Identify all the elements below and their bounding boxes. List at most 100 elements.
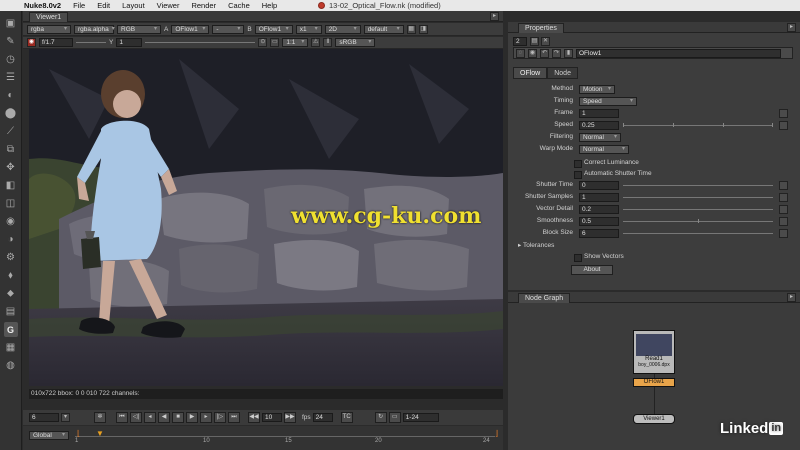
range-field[interactable]: 1-24 xyxy=(402,413,439,422)
loop-icon[interactable]: ↻ xyxy=(374,412,387,423)
tolerances-group[interactable]: ▸ Tolerances xyxy=(518,241,554,249)
oflow-node[interactable]: OFlow1 xyxy=(633,378,675,387)
out-point-marker[interactable]: ⌋ xyxy=(495,429,498,438)
shutter-samples-value[interactable]: 1 xyxy=(579,193,619,202)
input-a-dropdown[interactable]: OFlow1 xyxy=(171,24,210,34)
smoothness-animation-icon[interactable] xyxy=(779,217,788,226)
correct-luminance-checkbox[interactable]: Correct Luminance xyxy=(574,158,774,168)
last-frame-icon[interactable]: ⏭ xyxy=(228,412,240,423)
menu-layout[interactable]: Layout xyxy=(116,1,151,10)
undo-icon[interactable]: ↶ xyxy=(540,49,549,58)
frame-value[interactable]: 1 xyxy=(579,109,619,118)
global-range-dropdown[interactable]: Global xyxy=(29,431,69,440)
menu-app-name[interactable]: Nuke8.0v2 xyxy=(18,1,67,10)
pause-icon[interactable]: Ⅱ xyxy=(323,38,333,47)
next-keyframe-icon[interactable]: |▷ xyxy=(214,412,226,423)
frame-field[interactable]: 6 xyxy=(29,413,59,422)
shutter-samples-animation-icon[interactable] xyxy=(779,193,788,202)
timecode-button[interactable]: TC xyxy=(340,412,353,423)
lut-dropdown[interactable]: default xyxy=(363,24,404,34)
filter-tool-icon[interactable]: ⬤ xyxy=(4,106,18,121)
play-forward-icon[interactable]: ▶ xyxy=(186,412,198,423)
wipe-icon[interactable]: ◨ xyxy=(418,24,428,34)
block-size-slider[interactable] xyxy=(623,233,773,234)
fps-field[interactable]: 24 xyxy=(312,413,333,422)
proxy-dropdown[interactable]: 1:1 xyxy=(282,38,309,47)
speed-animation-icon[interactable] xyxy=(779,121,788,130)
snowflake-icon[interactable]: ✲ xyxy=(94,412,106,423)
menu-file[interactable]: File xyxy=(67,1,91,10)
visibility-icon[interactable]: ◉ xyxy=(528,49,537,58)
play-backward-icon[interactable]: ◀ xyxy=(158,412,170,423)
vector-detail-slider[interactable] xyxy=(623,209,773,210)
shutter-time-animation-icon[interactable] xyxy=(779,181,788,190)
tab-properties[interactable]: Properties xyxy=(518,23,564,33)
menu-render[interactable]: Render xyxy=(185,1,222,10)
forward-increment-icon[interactable]: ▶▶ xyxy=(284,412,296,423)
draw-tool-icon[interactable]: ✎ xyxy=(4,34,18,49)
max-panels-field[interactable]: 2 xyxy=(513,37,527,46)
first-frame-icon[interactable]: ⏮ xyxy=(116,412,128,423)
back-increment-icon[interactable]: ◀◀ xyxy=(248,412,260,423)
gamma-field[interactable]: 1 xyxy=(116,38,143,47)
image-tool-icon[interactable]: ▣ xyxy=(4,16,18,31)
nuke-logo-icon[interactable]: G xyxy=(3,322,18,337)
shutter-time-value[interactable]: 0 xyxy=(579,181,619,190)
tab-node[interactable]: Node xyxy=(547,67,578,79)
filtering-dropdown[interactable]: Normal xyxy=(579,133,621,142)
views-tool-icon[interactable]: ◫ xyxy=(4,196,18,211)
colorspace-dropdown[interactable]: sRGB xyxy=(335,38,376,47)
display-dropdown[interactable]: RGB xyxy=(117,24,161,34)
node-name-field[interactable]: OFlow1 xyxy=(576,49,781,58)
other-tool-icon[interactable]: ⬥ xyxy=(4,286,18,301)
tab-oflow[interactable]: OFlow xyxy=(513,67,548,79)
lock-panels-icon[interactable]: ▤ xyxy=(530,37,539,46)
viewer-canvas[interactable]: www.cg-ku.com xyxy=(29,49,503,386)
color-tool-icon[interactable]: ◐ xyxy=(4,88,18,103)
hide-panel-icon[interactable]: ◌ xyxy=(516,49,525,58)
input-b-dropdown[interactable]: OFlow1 xyxy=(254,24,293,34)
smoothness-value[interactable]: 0.5 xyxy=(579,217,619,226)
vector-detail-value[interactable]: 0.2 xyxy=(579,205,619,214)
clip-warning-icon[interactable]: ⚠ xyxy=(311,38,321,47)
about-button[interactable]: About xyxy=(571,265,613,275)
alpha-dropdown[interactable]: rgba.alpha xyxy=(74,24,114,34)
timing-dropdown[interactable]: Speed xyxy=(579,97,637,106)
particles-tool-icon[interactable]: ⚙ xyxy=(4,250,18,265)
speed-slider[interactable] xyxy=(623,123,773,127)
viewer-node[interactable]: Viewer1 xyxy=(633,414,675,424)
block-size-animation-icon[interactable] xyxy=(779,229,788,238)
panel-menu-icon[interactable]: ▸ xyxy=(490,12,499,21)
range-lock-icon[interactable]: ▭ xyxy=(388,412,401,423)
frame-stepper-icon[interactable]: ▾ xyxy=(61,413,70,422)
prev-frame-icon[interactable]: ◂ xyxy=(144,412,156,423)
close-window-icon[interactable] xyxy=(318,2,325,9)
method-dropdown[interactable]: Motion xyxy=(579,85,615,94)
frame-animation-icon[interactable] xyxy=(779,109,788,118)
warp-mode-dropdown[interactable]: Normal xyxy=(579,145,629,154)
read-node[interactable]: Read1 boy_0006.dpx xyxy=(633,330,675,374)
view-dropdown[interactable]: 2D xyxy=(324,24,361,34)
show-vectors-checkbox[interactable]: Show Vectors xyxy=(574,252,774,262)
menu-edit[interactable]: Edit xyxy=(91,1,116,10)
channel-tool-icon[interactable]: ☰ xyxy=(4,70,18,85)
timeline-track[interactable] xyxy=(75,436,495,437)
panel-menu-icon[interactable]: ▸ xyxy=(787,293,796,302)
shutter-samples-slider[interactable] xyxy=(623,197,773,198)
panel-menu-icon[interactable]: ▸ xyxy=(787,23,796,32)
toolsets-tool-icon[interactable]: ⬧ xyxy=(4,268,18,283)
transform-tool-icon[interactable]: ✥ xyxy=(4,160,18,175)
tab-viewer1[interactable]: Viewer1 xyxy=(29,12,69,22)
furnace-tool-icon[interactable]: ▤ xyxy=(4,304,18,319)
clear-panels-icon[interactable]: ✕ xyxy=(541,37,550,46)
fstop-toggle-icon[interactable]: ◉ xyxy=(27,38,36,47)
increment-field[interactable]: 10 xyxy=(262,413,282,422)
speed-value[interactable]: 0.25 xyxy=(579,121,619,130)
time-tool-icon[interactable]: ◷ xyxy=(4,52,18,67)
zoom-fit-icon[interactable]: ⊙ xyxy=(258,38,268,47)
overlay-icon[interactable]: ▦ xyxy=(406,24,416,34)
roi-icon[interactable]: ▭ xyxy=(270,38,280,47)
metadata-tool-icon[interactable]: ◉ xyxy=(4,214,18,229)
redo-icon[interactable]: ↷ xyxy=(552,49,561,58)
vector-detail-animation-icon[interactable] xyxy=(779,205,788,214)
